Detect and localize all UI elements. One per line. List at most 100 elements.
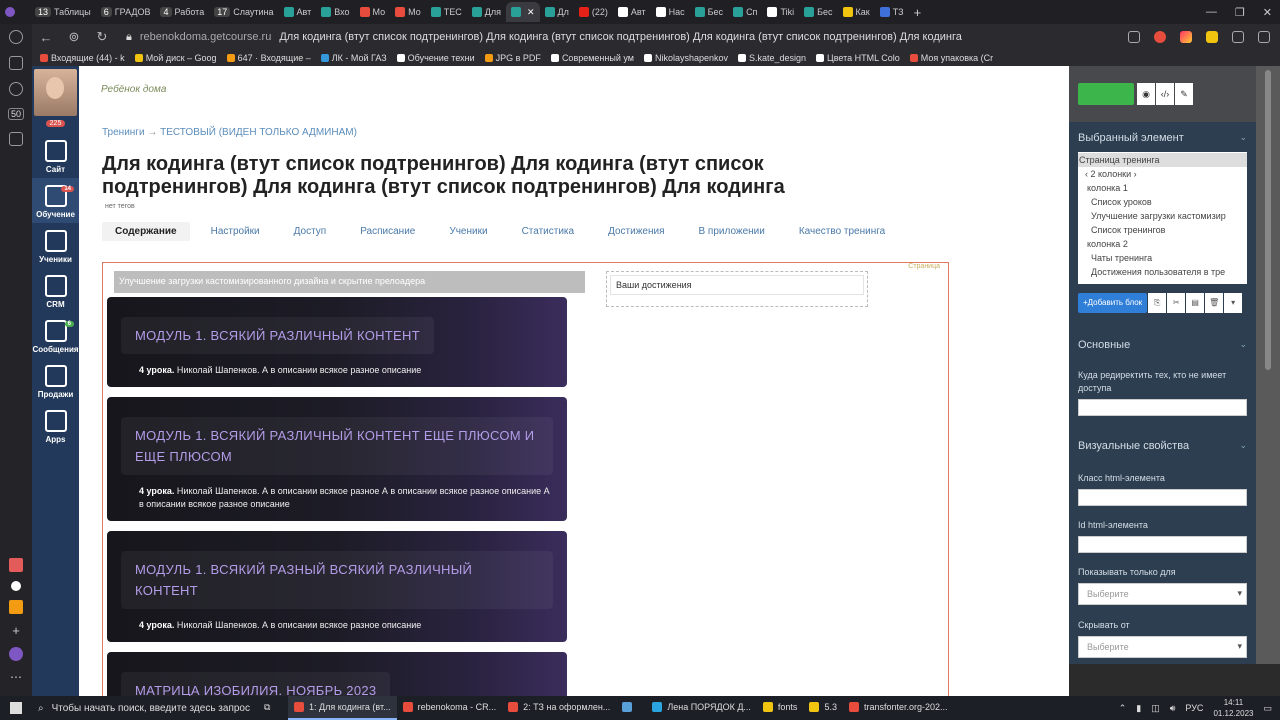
bookmark-item[interactable]: Обучение техни: [396, 53, 475, 63]
browser-tab[interactable]: Сп: [728, 2, 762, 22]
tree-node[interactable]: Список уроков: [1078, 195, 1247, 209]
id-input[interactable]: [1078, 536, 1247, 553]
tab-0[interactable]: Содержание: [102, 222, 190, 241]
browser-tab[interactable]: Вхо: [316, 2, 354, 22]
breadcrumb-current[interactable]: ТЕСТОВЫЙ (ВИДЕН ТОЛЬКО АДМИНАМ): [160, 127, 357, 138]
bookmark-icon[interactable]: [1128, 31, 1140, 43]
bookmark-item[interactable]: Nikolayshapenkov: [643, 53, 728, 63]
class-input[interactable]: [1078, 489, 1247, 506]
app-icon-orange[interactable]: [9, 600, 23, 614]
bookmark-item[interactable]: Цвета HTML Colo: [816, 53, 900, 63]
bookmark-item[interactable]: JPG в PDF: [484, 53, 541, 63]
add-block-button[interactable]: +Добавить блок: [1078, 293, 1148, 313]
browser-tab[interactable]: Авт: [279, 2, 317, 22]
volume-icon[interactable]: 🔊︎: [1170, 703, 1176, 714]
breadcrumb-root[interactable]: Тренинги: [102, 127, 145, 138]
tree-node[interactable]: Чаты тренинга: [1078, 251, 1247, 265]
achievements-block[interactable]: Ваши достижения: [610, 275, 864, 295]
network-icon[interactable]: ◫: [1151, 703, 1160, 714]
sidebar-item[interactable]: Продажи: [32, 358, 79, 403]
paste-icon[interactable]: ▤: [1186, 293, 1205, 313]
downloads-icon[interactable]: [1258, 31, 1270, 43]
tab-3[interactable]: Расписание: [347, 222, 428, 241]
cut-icon[interactable]: ✂: [1167, 293, 1186, 313]
tree-node[interactable]: колонка 1: [1078, 181, 1247, 195]
wrench-icon[interactable]: ✎: [1175, 83, 1193, 105]
browser-tab[interactable]: Нас: [651, 2, 690, 22]
page-editor-frame[interactable]: Страница Улучшение загрузки кастомизиров…: [102, 262, 949, 696]
browser-tab[interactable]: 13 Таблицы: [30, 2, 96, 22]
tree-node[interactable]: ‹ 2 колонки ›: [1078, 167, 1247, 181]
browser-tab[interactable]: (22): [574, 2, 613, 22]
taskbar-app[interactable]: rebenokoma - CR...: [397, 696, 503, 720]
task-view-icon[interactable]: ⧉: [258, 696, 288, 720]
browser-tab[interactable]: Для: [467, 2, 506, 22]
taskbar-app[interactable]: transfonter.org-202...: [843, 696, 954, 720]
browser-tab[interactable]: 4 Работа: [155, 2, 209, 22]
tab-8[interactable]: Качество тренинга: [786, 222, 898, 241]
browser-tab[interactable]: Бес: [799, 2, 837, 22]
bookmark-item[interactable]: 647 · Входящие –: [226, 53, 311, 63]
scrollbar-thumb[interactable]: [1265, 70, 1271, 370]
hide-from-select[interactable]: Выберите: [1078, 636, 1247, 658]
browser-tab[interactable]: ТЕС: [426, 2, 467, 22]
preview-icon[interactable]: ◉: [1137, 83, 1155, 105]
more-dropdown-icon[interactable]: ▾: [1224, 293, 1243, 313]
sidebar-item[interactable]: 6 Сообщения: [32, 313, 79, 358]
element-tree[interactable]: Страница тренинга ‹ 2 колонки › колонка 1С…: [1078, 152, 1247, 284]
redirect-input[interactable]: [1078, 399, 1247, 416]
sidebar-item[interactable]: Ученики: [32, 223, 79, 268]
reload-icon[interactable]: ↻: [88, 29, 116, 45]
taskbar-app[interactable]: 1: Для кодинга (вт...: [288, 696, 397, 720]
code-icon[interactable]: ‹/›: [1156, 83, 1174, 105]
taskbar-app[interactable]: Лена ПОРЯДОК Д...: [646, 696, 757, 720]
battery-icon[interactable]: ▮: [1136, 703, 1141, 714]
maximize-icon[interactable]: ❐: [1235, 6, 1245, 19]
column-2[interactable]: Ваши достижения: [606, 271, 868, 307]
add-app-icon[interactable]: +: [12, 623, 20, 638]
tab-close-icon[interactable]: ✕: [527, 7, 535, 18]
tab-1[interactable]: Настройки: [198, 222, 273, 241]
back-icon[interactable]: ←: [32, 30, 60, 45]
pen-icon[interactable]: [1206, 31, 1218, 43]
basic-section-header[interactable]: Основные ⌄: [1069, 339, 1256, 351]
browser-tab[interactable]: ТЗ: [875, 2, 909, 22]
collections-icon[interactable]: [9, 56, 23, 70]
sidebar-item[interactable]: Сайт: [32, 133, 79, 178]
taskbar-app[interactable]: 5.3: [803, 696, 843, 720]
sidebar-item[interactable]: 14 Обучение: [32, 178, 79, 223]
extension-icon[interactable]: [9, 132, 23, 146]
delete-icon[interactable]: 🗑︎: [1205, 293, 1224, 313]
notifications-icon[interactable]: ▭: [1263, 703, 1272, 714]
taskbar-search[interactable]: ⌕ Чтобы начать поиск, введите здесь запр…: [32, 696, 258, 720]
browser-tab[interactable]: 6 ГРАДОВ: [96, 2, 156, 22]
tab-7[interactable]: В приложении: [685, 222, 777, 241]
browser-menu-icon[interactable]: [0, 2, 30, 22]
browser-tab[interactable]: ✕: [505, 2, 540, 22]
bookmark-item[interactable]: Современный ум: [550, 53, 634, 63]
extensions-icon[interactable]: [1232, 31, 1244, 43]
color-picker-icon[interactable]: [1180, 31, 1192, 43]
browser-tab[interactable]: Tiki: [762, 2, 799, 22]
browser-tab[interactable]: Мо: [390, 2, 426, 22]
bookmark-item[interactable]: Входящие (44) - k: [40, 53, 125, 63]
sidebar-item[interactable]: Apps: [32, 403, 79, 448]
column-1[interactable]: Улучшение загрузки кастомизированного ди…: [107, 271, 587, 696]
lesson-card[interactable]: МОДУЛЬ 1. ВСЯКИЙ РАЗНЫЙ ВСЯКИЙ РАЗЛИЧНЫЙ…: [107, 531, 567, 642]
bookmark-item[interactable]: S.kate_design: [738, 53, 806, 63]
sidebar-item[interactable]: CRM: [32, 268, 79, 313]
browser-tab[interactable]: Дл: [540, 2, 574, 22]
copy-icon[interactable]: ⎘: [1148, 293, 1167, 313]
lesson-card[interactable]: МОДУЛЬ 1. ВСЯКИЙ РАЗЛИЧНЫЙ КОНТЕНТ ЕЩЕ П…: [107, 397, 567, 521]
taskbar-app[interactable]: fonts: [757, 696, 804, 720]
avatar[interactable]: [34, 69, 77, 116]
browser-tab[interactable]: Бес: [690, 2, 728, 22]
site-logo[interactable]: Ребёнок дома: [101, 84, 166, 95]
tree-node[interactable]: Страница тренинга: [1078, 153, 1247, 167]
visual-section-header[interactable]: Визуальные свойства ⌄: [1069, 440, 1256, 452]
page-scrollbar[interactable]: [1256, 66, 1280, 664]
selected-element-header[interactable]: Выбранный элемент ⌄: [1069, 132, 1256, 144]
media-icon[interactable]: [9, 82, 23, 96]
profile-icon[interactable]: ⊚: [60, 29, 88, 45]
new-tab-button[interactable]: +: [909, 2, 927, 22]
